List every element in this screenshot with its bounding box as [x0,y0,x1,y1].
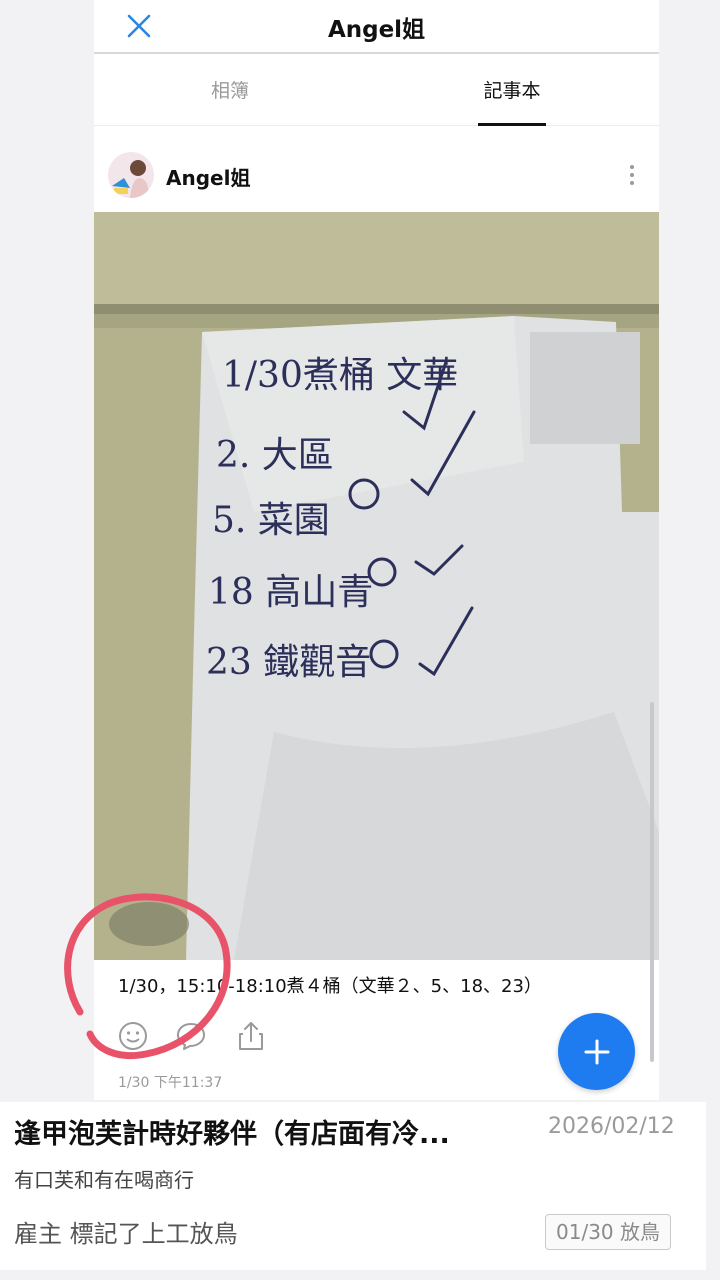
page-title: Angel姐 [327,17,426,43]
status-badge: 01/30 放鳥 [545,1214,671,1250]
more-dot-icon [630,173,634,177]
share-icon [239,1022,263,1050]
more-dot-icon [630,181,634,185]
tab-notes[interactable]: 記事本 [412,56,612,126]
active-tab-indicator [478,123,546,126]
job-title: 逢甲泡芙計時好夥伴（有店面有冷... [14,1119,450,1150]
note-line: 18 高山青 [208,572,373,613]
tab-album[interactable]: 相簿 [130,56,330,126]
post-photo[interactable]: 1/30煮桶 文華 2. 大區 5. 菜園 18 高山青 23 鐵觀音 [94,212,659,960]
more-dot-icon [630,165,634,169]
highlight-circle-annotation [64,893,231,1060]
job-listing-card[interactable]: 逢甲泡芙計時好夥伴（有店面有冷... 2026/02/12 有口芙和有在喝商行 … [0,1102,706,1270]
screen: Angel姐 相簿 記事本 Angel姐 1/30煮桶 文華 2. 大區 5. … [0,0,720,1280]
post-timestamp: 1/30 下午11:37 [118,1075,223,1091]
post-author[interactable]: Angel姐 [166,162,250,191]
plus-icon [584,1039,609,1064]
note-line: 23 鐵觀音 [206,642,371,683]
post-header: Angel姐 [94,140,659,210]
job-status: 雇主 標記了上工放鳥 [14,1220,238,1248]
avatar[interactable] [108,152,154,198]
scrollbar[interactable] [650,702,654,1062]
note-line: 1/30煮桶 文華 [222,355,458,396]
more-options-button[interactable] [618,160,646,190]
tab-bar: 相簿 記事本 [94,56,659,126]
note-line: 2. 大區 [216,435,334,476]
add-note-button[interactable] [558,1013,635,1090]
job-date: 2026/02/12 [548,1114,675,1139]
note-line: 5. 菜園 [212,500,330,541]
employer-name: 有口芙和有在喝商行 [14,1168,194,1192]
top-bar: Angel姐 [94,0,659,54]
